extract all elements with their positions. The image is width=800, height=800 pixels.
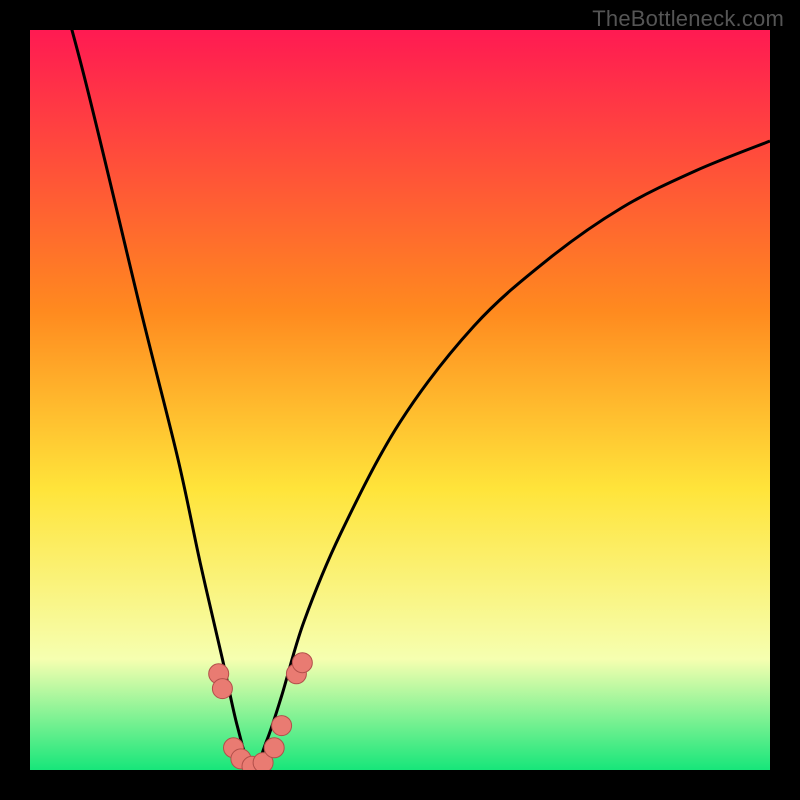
chart-svg <box>30 30 770 770</box>
chart-frame: TheBottleneck.com <box>0 0 800 800</box>
watermark-text: TheBottleneck.com <box>592 6 784 32</box>
heat-background <box>30 30 770 770</box>
curve-marker <box>292 653 312 673</box>
curve-marker <box>212 679 232 699</box>
plot-area <box>30 30 770 770</box>
curve-marker <box>264 738 284 758</box>
curve-marker <box>272 716 292 736</box>
